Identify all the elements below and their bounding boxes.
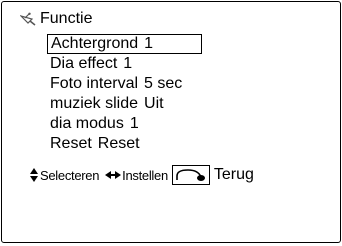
menu-item-achtergrond[interactable]: Achtergrond 1 bbox=[47, 34, 202, 54]
adjust-hint: Instellen bbox=[122, 167, 168, 183]
menu-item-value: 1 bbox=[123, 55, 133, 72]
menu-item-foto-interval[interactable]: Foto interval 5 sec bbox=[47, 74, 202, 94]
left-right-arrows-icon bbox=[105, 171, 122, 179]
key-hint-bar: Selecteren Instellen Terug bbox=[30, 163, 254, 187]
menu-item-reset[interactable]: Reset Reset bbox=[47, 134, 202, 154]
menu-item-value: Reset bbox=[97, 135, 140, 152]
menu-title: Functie bbox=[40, 10, 93, 27]
menu-header: Functie bbox=[20, 9, 92, 29]
menu-item-label: muziek slide bbox=[50, 95, 139, 112]
up-down-arrows-icon bbox=[30, 168, 38, 182]
function-menu: Achtergrond 1 Dia effect 1 Foto interval 5 … bbox=[47, 34, 202, 154]
menu-item-value: 1 bbox=[144, 35, 154, 52]
return-key-icon bbox=[176, 169, 205, 181]
menu-item-dia-modus[interactable]: dia modus 1 bbox=[47, 114, 202, 134]
back-hint: Terug bbox=[213, 166, 254, 183]
return-key bbox=[171, 165, 210, 185]
osd-screen: Functie Achtergrond 1 Dia effect 1 Foto in… bbox=[1, 1, 341, 243]
menu-item-dia-effect[interactable]: Dia effect 1 bbox=[47, 54, 202, 74]
menu-item-value: 5 sec bbox=[144, 75, 183, 92]
menu-item-label: Foto interval bbox=[50, 75, 139, 92]
menu-item-label: Achtergrond bbox=[51, 35, 139, 52]
select-hint: Selecteren bbox=[40, 167, 100, 183]
menu-item-label: Reset bbox=[50, 135, 92, 152]
menu-item-value: Uit bbox=[144, 95, 164, 112]
menu-item-label: Dia effect bbox=[50, 55, 118, 72]
menu-item-label: dia modus bbox=[50, 115, 124, 132]
menu-item-value: 1 bbox=[129, 115, 139, 132]
satellite-dish-icon bbox=[20, 12, 36, 26]
menu-item-muziek-slide[interactable]: muziek slide Uit bbox=[47, 94, 202, 114]
